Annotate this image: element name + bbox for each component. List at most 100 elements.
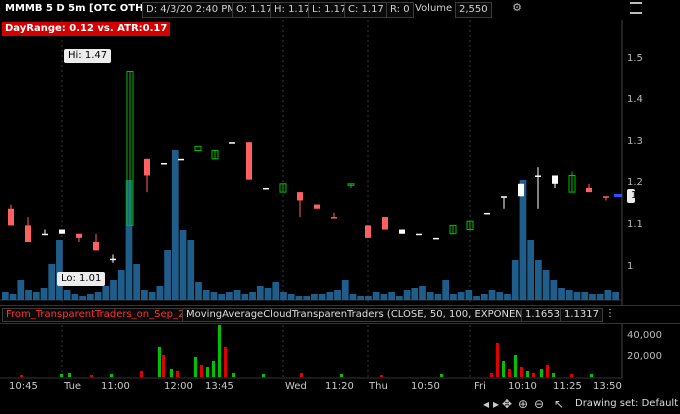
x-tick: Wed (285, 381, 307, 392)
volume-overlay-bar (272, 282, 280, 300)
volume-study-bar (380, 375, 383, 377)
volume-study-bar (520, 367, 523, 377)
volume-study-bar (496, 343, 499, 377)
volume-tick: 20,000 (627, 351, 662, 362)
x-tick: 12:00 (164, 381, 193, 392)
y-tick: 1.4 (627, 94, 643, 105)
volume-study-bar (552, 373, 555, 377)
volume-overlay-bar (280, 292, 287, 300)
candle-body (161, 163, 167, 165)
volume-overlay-bar (32, 292, 40, 300)
volume-overlay-bar (372, 292, 380, 300)
volume-study-bars (20, 325, 593, 377)
volume-overlay-bar (218, 294, 226, 300)
volume-overlay-bar (550, 280, 558, 300)
candle-body (246, 142, 252, 180)
hi-callout: Hi: 1.47 (64, 49, 112, 63)
volume-study-bar (300, 373, 303, 377)
volume-overlay-bar (542, 270, 550, 300)
candle-body (484, 212, 490, 215)
volume-overlay-bar (426, 292, 434, 300)
volume-overlay-bar (527, 240, 535, 300)
volume-overlay-bar (25, 290, 32, 300)
volume-overlay-bar (233, 290, 241, 300)
volume-overlay-bar (596, 294, 604, 300)
volume-overlay-bar (71, 294, 79, 300)
volume-overlay-bar (581, 292, 589, 300)
candle-body (263, 187, 269, 190)
candle-body (416, 233, 422, 236)
volume-overlay-bar (141, 290, 148, 300)
volume-overlay-bar (519, 180, 527, 300)
volume-study-bar (540, 369, 543, 377)
volume-overlay-bar (110, 280, 117, 300)
volume-study-bar (90, 375, 93, 377)
y-tick: 1.2 (627, 177, 643, 188)
volume-overlay-bar (148, 292, 156, 300)
candle-body (331, 217, 337, 219)
zoom-in-icon[interactable]: ⊕ (516, 396, 530, 412)
volume-overlay-bar (17, 280, 25, 300)
volume-study-bar (158, 347, 161, 377)
candles (8, 70, 609, 263)
volume-study-bar (232, 373, 235, 377)
volume-overlay-bar (326, 292, 334, 300)
volume-overlay-bar (357, 296, 365, 300)
candle-body (144, 158, 150, 176)
volume-overlay-bar (496, 292, 504, 300)
volume-overlay-bar (195, 282, 202, 300)
volume-overlay-bar (504, 294, 511, 300)
volume-tick: 40,000 (627, 330, 662, 341)
candle-body (552, 175, 558, 184)
candle-body (382, 217, 388, 230)
zoom-out-icon[interactable]: ⊖ (532, 396, 546, 412)
volume-overlay-bar (303, 296, 310, 300)
ma-cloud-study[interactable]: MovingAverageCloudTransparenTraders (CLO… (182, 308, 553, 322)
study-bar: From_TransparentTraders_on_Sep_25 Moving… (0, 305, 680, 324)
volume-overlay-bar (179, 230, 187, 300)
volume-study-bar (340, 374, 343, 377)
x-tick: 11:00 (101, 381, 130, 392)
candle-body (229, 142, 235, 144)
volume-overlay-bar (341, 280, 349, 300)
x-tick: 10:50 (411, 381, 440, 392)
volume-overlay-bar (94, 292, 102, 300)
volume-overlay-bar (334, 290, 341, 300)
cursor-icon[interactable]: ↖ (552, 396, 566, 412)
more-icon[interactable]: ⋮ (602, 308, 622, 320)
study-name-red[interactable]: From_TransparentTraders_on_Sep_25 (2, 308, 195, 322)
volume-overlay-bar (604, 290, 612, 300)
volume-overlay-bar (612, 292, 619, 300)
volume-overlay-bar (226, 292, 233, 300)
candle-body (603, 196, 609, 198)
volume-overlay-bar (102, 286, 110, 300)
volume-study-bar (200, 365, 203, 377)
y-tick: 1.1 (627, 219, 643, 230)
last-price-label: 1.17 (627, 189, 653, 203)
last-price-marker (614, 194, 622, 197)
drawing-set-label[interactable]: Drawing set: Default (575, 398, 678, 409)
volume-overlay-bar (558, 288, 565, 300)
volume-overlay-bar (488, 290, 496, 300)
volume-overlay-bar (79, 296, 86, 300)
x-tick: 11:25 (553, 381, 582, 392)
volume-study-bar (508, 369, 511, 377)
volume-overlay-bar (565, 290, 573, 300)
candle-body (25, 225, 31, 243)
volume-overlay-bar (202, 290, 210, 300)
y-tick: 1.3 (627, 136, 643, 147)
volume-overlay-bar (63, 290, 71, 300)
candle-body (42, 233, 48, 236)
pan-icon[interactable]: ✥ (500, 396, 514, 412)
volume-overlay-bar (241, 294, 249, 300)
volume-overlay-bar (434, 294, 442, 300)
y-tick: 1.5 (627, 53, 643, 64)
volume-study-bar (140, 371, 143, 377)
volume-overlay-bar (589, 294, 596, 300)
candle-body (518, 183, 524, 197)
volume-overlay-bar (573, 292, 581, 300)
y-tick: 1 (627, 261, 634, 272)
volume-overlay-bar (117, 270, 125, 300)
volume-overlay-bar (511, 260, 519, 300)
volume-study-bar (68, 373, 71, 377)
